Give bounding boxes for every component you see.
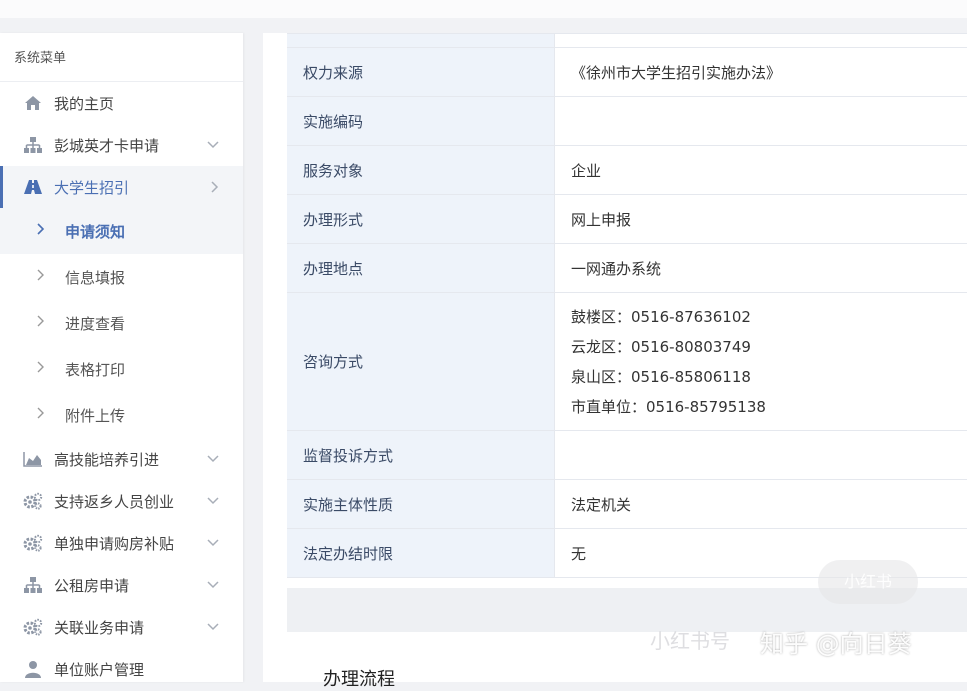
sidebar: 系统菜单 我的主页 彭城英才卡申请 大学生招引 申请须知 信 [0, 33, 243, 682]
contact-line: 市直单位：0516-85795138 [571, 392, 966, 422]
table-label-cell: 实施编码 [287, 97, 555, 146]
menu-item-related-business[interactable]: 关联业务申请 [0, 606, 243, 648]
watermark-logo: 小红书 [818, 560, 918, 604]
table-label-cell: 咨询方式 [287, 293, 555, 431]
table-value-cell: 鼓楼区：0516-87636102 云龙区：0516-80803749 泉山区：… [555, 293, 967, 431]
table-label-cell: 服务对象 [287, 146, 555, 195]
table-row: 咨询方式 鼓楼区：0516-87636102 云龙区：0516-80803749… [287, 293, 967, 431]
table-label-cell: 法定办结时限 [287, 529, 555, 578]
watermark-text: 小红书号 [650, 625, 730, 654]
gears-icon [22, 532, 44, 554]
section-title: 办理流程 [323, 665, 395, 691]
table-value-cell: 一网通办系统 [555, 244, 967, 293]
contact-line: 鼓楼区：0516-87636102 [571, 302, 966, 332]
submenu-item-application-notice[interactable]: 申请须知 [0, 208, 243, 254]
table-row [287, 34, 967, 48]
submenu-item-attachment-upload[interactable]: 附件上传 [0, 392, 243, 438]
chevron-right-icon [37, 361, 53, 377]
gears-icon [22, 616, 44, 638]
table-value-cell [555, 34, 967, 48]
submenu-item-info-fill[interactable]: 信息填报 [0, 254, 243, 300]
chevron-down-icon [207, 480, 219, 522]
menu-item-label: 高技能培养引进 [54, 449, 159, 470]
chevron-down-icon [207, 564, 219, 606]
menu-item-label: 大学生招引 [54, 177, 129, 198]
table-value-cell [555, 97, 967, 146]
menu-item-return-entrepreneur[interactable]: 支持返乡人员创业 [0, 480, 243, 522]
menu-item-graduate-recruitment[interactable]: 大学生招引 [0, 166, 243, 208]
submenu-item-label: 信息填报 [65, 267, 125, 288]
menu-item-home[interactable]: 我的主页 [0, 82, 243, 124]
table-label-cell: 办理形式 [287, 195, 555, 244]
chevron-right-icon [37, 223, 53, 239]
menu-item-account-management[interactable]: 单位账户管理 [0, 648, 243, 690]
road-icon [22, 176, 44, 198]
org-chart-icon [22, 574, 44, 596]
table-label-cell: 办理地点 [287, 244, 555, 293]
submenu-item-label: 申请须知 [65, 221, 125, 242]
chevron-right-icon [211, 166, 219, 208]
watermark-text: 知乎 @向日葵 [760, 624, 912, 659]
menu-item-high-skill[interactable]: 高技能培养引进 [0, 438, 243, 480]
table-value-cell: 《徐州市大学生招引实施办法》 [555, 48, 967, 97]
chevron-down-icon [207, 522, 219, 564]
table-label-cell [287, 34, 555, 48]
gears-icon [22, 490, 44, 512]
table-row: 实施主体性质 法定机关 [287, 480, 967, 529]
menu-item-label: 支持返乡人员创业 [54, 491, 174, 512]
top-strip [0, 0, 967, 18]
chevron-down-icon [207, 606, 219, 648]
table-value-cell: 网上申报 [555, 195, 967, 244]
info-table: 权力来源 《徐州市大学生招引实施办法》 实施编码 服务对象 企业 办理形式 网上… [287, 33, 967, 578]
home-icon [22, 92, 44, 114]
table-value-cell [555, 431, 967, 480]
sidebar-title: 系统菜单 [0, 33, 243, 82]
area-chart-icon [22, 448, 44, 470]
submenu-item-label: 表格打印 [65, 359, 125, 380]
table-value-cell: 法定机关 [555, 480, 967, 529]
table-row: 监督投诉方式 [287, 431, 967, 480]
chevron-right-icon [37, 407, 53, 423]
menu-item-label: 单独申请购房补贴 [54, 533, 174, 554]
table-label-cell: 监督投诉方式 [287, 431, 555, 480]
table-row: 服务对象 企业 [287, 146, 967, 195]
chevron-down-icon [207, 124, 219, 166]
table-row: 办理形式 网上申报 [287, 195, 967, 244]
chevron-right-icon [37, 269, 53, 285]
submenu-item-form-print[interactable]: 表格打印 [0, 346, 243, 392]
chevron-right-icon [37, 315, 53, 331]
table-label-cell: 实施主体性质 [287, 480, 555, 529]
menu-item-label: 彭城英才卡申请 [54, 135, 159, 156]
table-row: 办理地点 一网通办系统 [287, 244, 967, 293]
menu-item-label: 单位账户管理 [54, 659, 144, 680]
submenu-item-label: 附件上传 [65, 405, 125, 426]
info-table-wrapper: 权力来源 《徐州市大学生招引实施办法》 实施编码 服务对象 企业 办理形式 网上… [287, 33, 967, 578]
menu-item-housing-subsidy[interactable]: 单独申请购房补贴 [0, 522, 243, 564]
menu-item-label: 公租房申请 [54, 575, 129, 596]
menu-item-label: 我的主页 [54, 93, 114, 114]
submenu-item-progress[interactable]: 进度查看 [0, 300, 243, 346]
table-value-cell: 企业 [555, 146, 967, 195]
user-icon [22, 658, 44, 680]
contact-line: 云龙区：0516-80803749 [571, 332, 966, 362]
chevron-down-icon [207, 438, 219, 480]
table-row: 权力来源 《徐州市大学生招引实施办法》 [287, 48, 967, 97]
org-chart-icon [22, 134, 44, 156]
table-label-cell: 权力来源 [287, 48, 555, 97]
menu-item-label: 关联业务申请 [54, 617, 144, 638]
table-row: 实施编码 [287, 97, 967, 146]
submenu-item-label: 进度查看 [65, 313, 125, 334]
contact-line: 泉山区：0516-85806118 [571, 362, 966, 392]
menu-item-public-rental[interactable]: 公租房申请 [0, 564, 243, 606]
menu-item-talent-card[interactable]: 彭城英才卡申请 [0, 124, 243, 166]
